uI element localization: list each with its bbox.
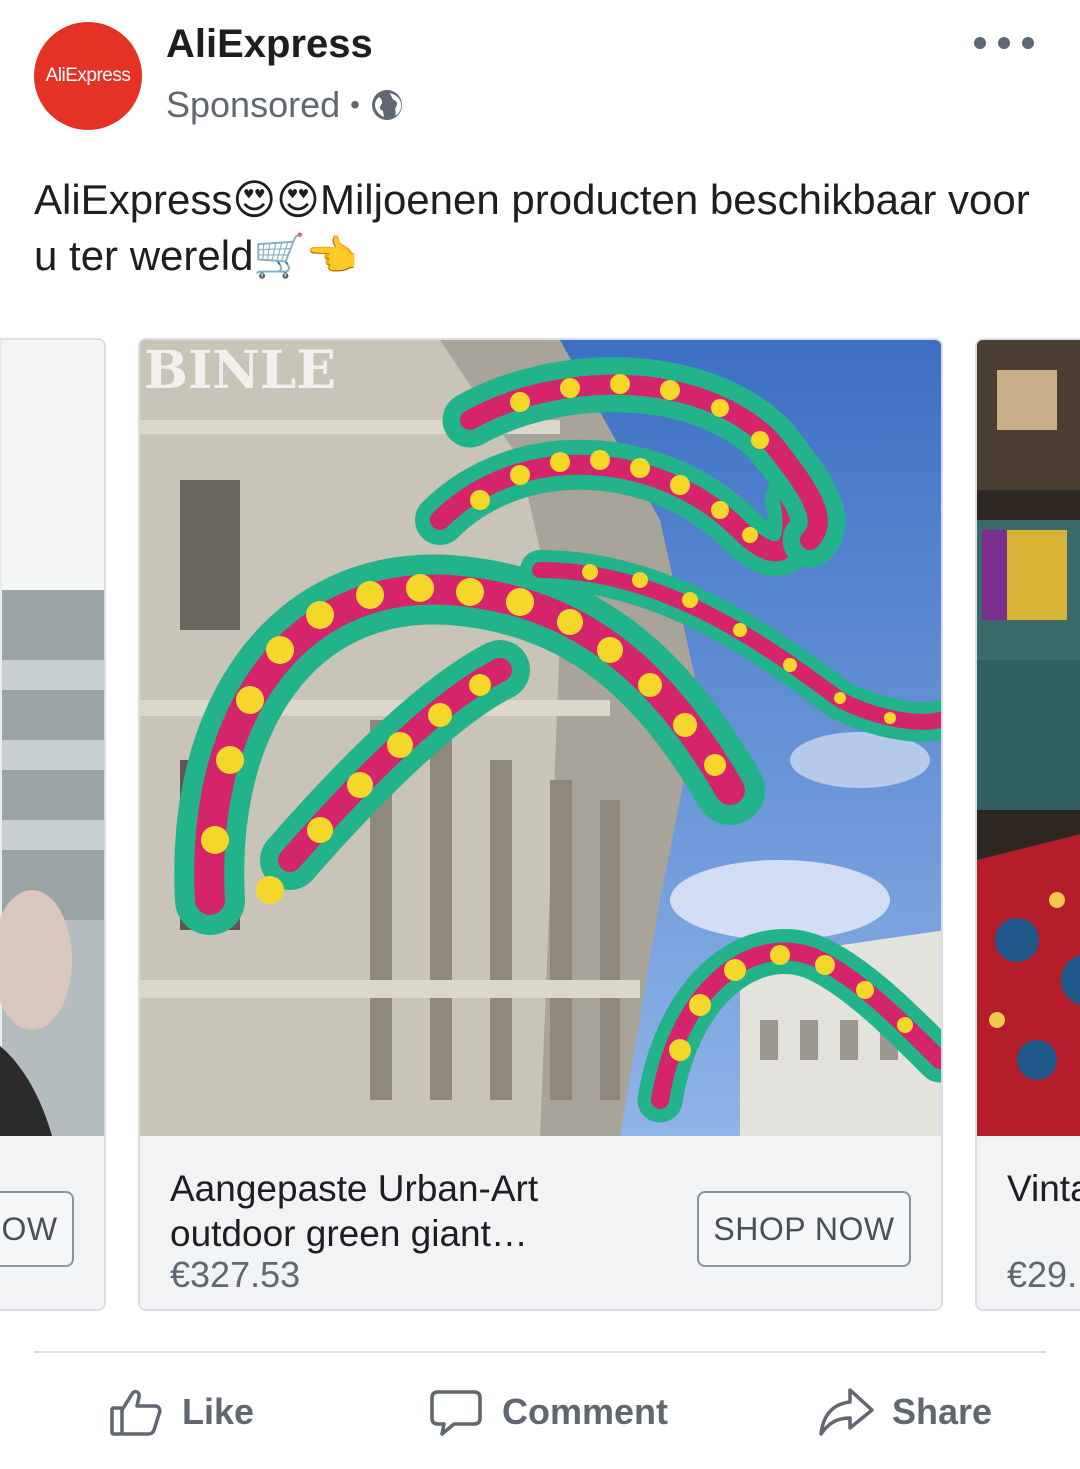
post-meta: Sponsored • bbox=[166, 84, 404, 126]
share-button[interactable]: Share bbox=[818, 1382, 992, 1442]
card-footer: Aangepaste Urban-Art outdoor green giant… bbox=[140, 1136, 941, 1309]
product-image[interactable] bbox=[0, 340, 104, 1136]
more-dot-icon bbox=[998, 37, 1010, 49]
product-image[interactable]: BINLE bbox=[140, 340, 941, 1136]
globe-icon[interactable] bbox=[370, 88, 404, 122]
product-carousel[interactable]: SHOP NOW bbox=[0, 338, 1080, 1313]
like-button[interactable]: Like bbox=[108, 1382, 254, 1442]
page-avatar[interactable]: AliExpress bbox=[34, 22, 142, 130]
product-image[interactable] bbox=[977, 340, 1080, 1136]
like-label: Like bbox=[182, 1391, 255, 1432]
comment-label: Comment bbox=[502, 1391, 669, 1432]
carousel-card[interactable]: Vintage Tapijt €29. bbox=[975, 338, 1080, 1311]
more-options-button[interactable] bbox=[974, 26, 1034, 60]
card-footer: Vintage Tapijt €29. bbox=[977, 1136, 1080, 1309]
meta-separator: • bbox=[350, 89, 360, 120]
carousel-card[interactable]: SHOP NOW bbox=[0, 338, 106, 1311]
divider bbox=[34, 1351, 1046, 1353]
shop-now-button[interactable]: SHOP NOW bbox=[0, 1191, 74, 1267]
product-price: €327.53 bbox=[170, 1254, 301, 1295]
share-arrow-icon bbox=[819, 1388, 874, 1436]
comment-bubble-icon bbox=[430, 1390, 482, 1436]
image-watermark: BINLE bbox=[144, 340, 336, 401]
page-name[interactable]: AliExpress bbox=[166, 22, 373, 67]
avatar-logo-text: AliExpress bbox=[45, 65, 131, 86]
comment-button[interactable]: Comment bbox=[428, 1382, 668, 1442]
sponsored-label[interactable]: Sponsored bbox=[166, 84, 340, 126]
share-label: Share bbox=[892, 1391, 993, 1432]
product-title[interactable]: Aangepaste Urban-Art outdoor green giant… bbox=[170, 1166, 670, 1256]
thumbs-up-icon bbox=[110, 1389, 162, 1436]
shop-now-button[interactable]: SHOP NOW bbox=[697, 1191, 911, 1267]
product-title[interactable]: Vintage Tapijt bbox=[1007, 1166, 1080, 1211]
more-dot-icon bbox=[974, 37, 986, 49]
card-footer: SHOP NOW bbox=[0, 1136, 104, 1309]
carousel-card[interactable]: BINLE Aangepaste Urban-Art outdoor green… bbox=[138, 338, 943, 1311]
product-price: €29. bbox=[1007, 1254, 1078, 1295]
post-actions: Like Comment Share bbox=[0, 1360, 1080, 1465]
more-dot-icon bbox=[1022, 37, 1034, 49]
post-header: AliExpress AliExpress Sponsored • bbox=[0, 0, 1080, 140]
post-caption: AliExpress😍😍Miljoenen producten beschikb… bbox=[34, 176, 1030, 279]
